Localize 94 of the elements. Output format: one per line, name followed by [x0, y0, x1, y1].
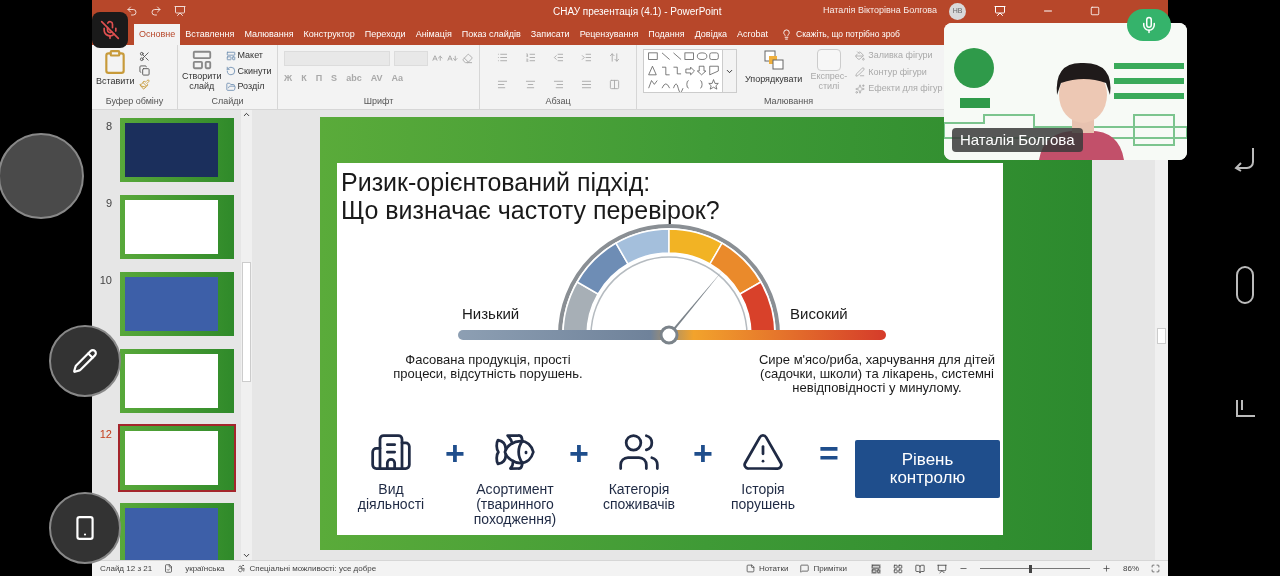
ribbon-tab[interactable]: Переходи: [359, 24, 411, 45]
group-label: Малювання: [762, 97, 815, 108]
ribbon-tab[interactable]: Рецензування: [574, 24, 644, 45]
microphone-off-icon: [100, 20, 120, 40]
slideshow-icon[interactable]: [937, 563, 947, 574]
restore-icon[interactable]: [1090, 6, 1100, 16]
scroll-up-icon[interactable]: [242, 110, 251, 119]
ribbon-tab[interactable]: Acrobat: [732, 24, 774, 45]
redo-icon[interactable]: [150, 5, 162, 17]
mute-button[interactable]: [92, 12, 128, 48]
user-name: Наталія Вікторівна Болгова: [822, 4, 937, 18]
factor-label: Категорія споживачів: [603, 482, 675, 512]
ribbon-tab[interactable]: Конструктор: [298, 24, 360, 45]
zoom-percentage[interactable]: 86%: [1123, 562, 1139, 575]
paste-button[interactable]: Вставити: [96, 75, 135, 89]
scrollbar-thumb[interactable]: [1157, 328, 1166, 344]
new-slide-icon[interactable]: [190, 49, 213, 71]
ribbon-tab[interactable]: Малювання: [239, 24, 299, 45]
high-risk-description: Сире м'ясо/риба, харчування для дітей (садочки, школи) та лікарень, системні невідповідності у минулому.: [757, 353, 997, 395]
low-label: Низький: [462, 304, 520, 324]
language-label[interactable]: українська: [185, 562, 225, 575]
low-risk-description: Фасована продукція, прості процеси, відсутність порушень.: [393, 353, 583, 381]
accessibility-icon: [236, 564, 246, 573]
reset-icon: [225, 66, 236, 77]
pencil-icon: [72, 348, 98, 374]
lightbulb-icon: [781, 29, 793, 40]
result-box: Рівень контролю: [855, 440, 1000, 498]
ribbon-command[interactable]: Скинути: [237, 64, 272, 78]
factor-label: Вид діяльності: [357, 482, 425, 512]
scrollbar-thumb[interactable]: [242, 262, 251, 382]
group-label: Слайди: [210, 97, 245, 108]
slide-number: 8: [104, 119, 112, 134]
pen-icon: [855, 67, 866, 78]
back-gesture-icon[interactable]: [1233, 146, 1257, 172]
arrange-button[interactable]: Упорядкувати: [745, 73, 803, 87]
sparkle-icon: [855, 83, 866, 94]
high-label: Високий: [790, 304, 848, 324]
group-label: Шрифт: [362, 97, 395, 108]
slide-thumbnail[interactable]: [120, 503, 234, 560]
ribbon-command[interactable]: Розділ: [237, 80, 265, 94]
tell-me-field[interactable]: Скажіть, що потрібно зроб: [796, 28, 900, 41]
ribbon-command[interactable]: Макет: [237, 49, 263, 63]
window-title: СНАУ презентація (4.1) - PowerPoint: [553, 4, 722, 19]
notes-icon: [745, 564, 755, 573]
fit-slide-icon[interactable]: [1151, 564, 1160, 573]
ribbon-tab[interactable]: Подання: [643, 24, 690, 45]
slide-number: 10: [98, 273, 112, 288]
shape-gallery[interactable]: [643, 49, 723, 93]
notes-button[interactable]: Нотатки: [758, 562, 789, 575]
slide-title: Ризик-орієнтований підхід: Що визначає частоту перевірок?: [340, 167, 721, 223]
layout-icon: [225, 50, 236, 61]
spelling-icon[interactable]: [164, 564, 174, 573]
copy-icon[interactable]: [138, 65, 150, 76]
display-icon[interactable]: [994, 5, 1006, 17]
group-label: Буфер обміну: [104, 97, 165, 108]
cut-icon[interactable]: [138, 51, 150, 62]
equals-sign: =: [818, 436, 840, 470]
zoom-slider[interactable]: [980, 564, 1090, 573]
ribbon-tab[interactable]: Основне: [134, 24, 181, 45]
factor-label: Асортимент (тваринного походження): [473, 482, 557, 527]
comment-icon: [800, 564, 810, 573]
ribbon-tab[interactable]: Довідка: [689, 24, 733, 45]
slide-counter: Слайд 12 з 21: [100, 562, 153, 575]
group-label: Абзац: [544, 97, 572, 108]
sorter-view-icon[interactable]: [893, 563, 903, 574]
slide-thumbnail[interactable]: [120, 426, 234, 490]
slide-number: 12: [98, 427, 112, 442]
zoom-in-icon[interactable]: [1102, 564, 1111, 573]
slide-thumbnail[interactable]: [120, 272, 234, 336]
reading-view-icon[interactable]: [915, 563, 925, 574]
comments-button[interactable]: Примітки: [813, 562, 847, 575]
microphone-icon: [1140, 16, 1158, 34]
presentation-icon[interactable]: [174, 5, 186, 17]
quick-styles-icon: [816, 49, 841, 71]
ribbon-tab[interactable]: Показ слайдів: [456, 24, 526, 45]
slide-thumbnail[interactable]: [120, 349, 234, 413]
ribbon-tab[interactable]: Анімація: [410, 24, 457, 45]
ribbon-tab[interactable]: Вставлення: [180, 24, 240, 45]
zoom-slider-thumb[interactable]: [1029, 564, 1033, 573]
ribbon-tab[interactable]: Записати: [525, 24, 575, 45]
factor-label: Історія порушень: [730, 482, 795, 512]
arrange-icon: [762, 49, 785, 71]
slide-thumbnail[interactable]: [120, 118, 234, 182]
scroll-down-icon[interactable]: [242, 551, 251, 560]
home-gesture-icon[interactable]: [1235, 265, 1255, 305]
normal-view-icon[interactable]: [871, 563, 881, 574]
fill-bucket-icon: [855, 50, 866, 61]
accessibility-status[interactable]: Спеціальні можливості: усе добре: [249, 562, 377, 575]
slide-number: 9: [104, 196, 112, 211]
folder-icon: [225, 81, 236, 92]
undo-icon[interactable]: [126, 5, 138, 17]
participant-name: Наталія Болгова: [952, 127, 1083, 152]
new-slide-button[interactable]: Створити слайд: [182, 71, 222, 91]
slide-thumbnail[interactable]: [120, 195, 234, 259]
